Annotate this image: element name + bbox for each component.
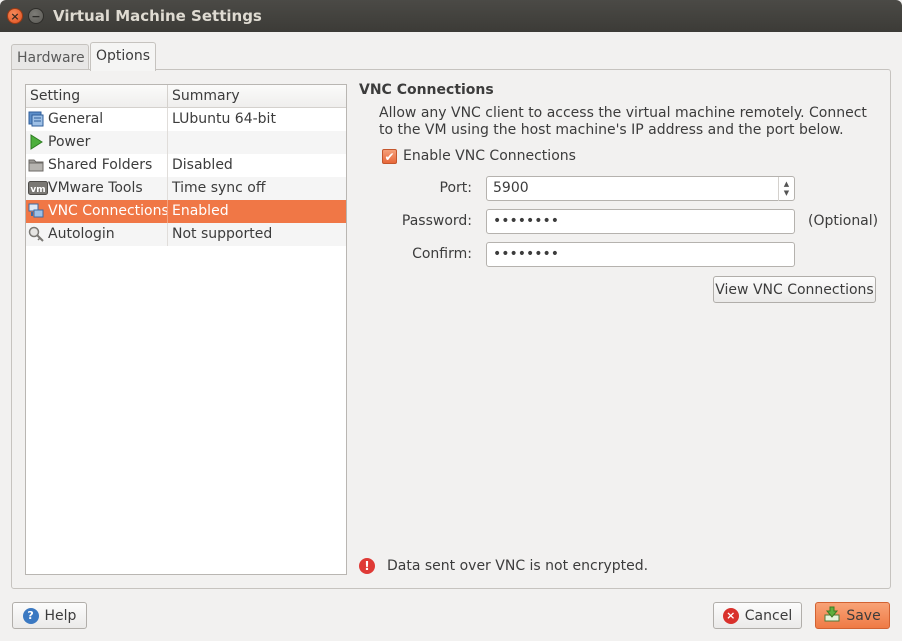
list-item-label: Autologin	[48, 226, 115, 242]
autologin-icon	[28, 226, 44, 242]
password-field[interactable]: ••••••••	[486, 209, 795, 234]
window-close-icon[interactable]: ×	[7, 8, 23, 24]
cancel-label: Cancel	[744, 607, 793, 624]
help-button[interactable]: ? Help	[12, 602, 87, 629]
save-button[interactable]: Save	[815, 602, 890, 629]
row-divider	[167, 177, 168, 200]
column-header-summary[interactable]: Summary	[172, 88, 240, 104]
help-icon: ?	[22, 607, 39, 624]
list-item-label: Power	[48, 134, 91, 150]
list-item-summary: Not supported	[172, 226, 273, 242]
window-title: Virtual Machine Settings	[53, 7, 262, 25]
window-minimize-icon[interactable]: −	[28, 8, 44, 24]
spin-up-icon[interactable]: ▲	[784, 180, 789, 189]
row-divider	[167, 223, 168, 246]
section-description: Allow any VNC client to access the virtu…	[379, 105, 867, 138]
optional-label: (Optional)	[808, 213, 879, 229]
password-value: ••••••••	[493, 213, 560, 229]
folder-icon	[28, 157, 44, 173]
port-stepper[interactable]: ▲ ▼	[778, 177, 794, 201]
list-item-label: General	[48, 111, 104, 127]
svg-text:vm: vm	[30, 185, 45, 195]
row-divider	[167, 154, 168, 177]
list-item-label: VNC Connections	[48, 203, 169, 219]
list-item-summary: Enabled	[172, 203, 229, 219]
spin-down-icon[interactable]: ▼	[784, 189, 789, 198]
enable-vnc-checkbox[interactable]: ✔	[382, 149, 397, 164]
list-item-vnc-connections[interactable]: VNC Connections Enabled	[26, 200, 346, 223]
warning-icon: !	[359, 558, 375, 574]
list-item-label: VMware Tools	[48, 180, 143, 196]
view-vnc-connections-button[interactable]: View VNC Connections	[713, 276, 876, 303]
password-label: Password:	[401, 213, 472, 229]
row-divider	[167, 200, 168, 223]
cancel-icon: ×	[722, 607, 739, 624]
list-item-summary: LUbuntu 64-bit	[172, 111, 276, 127]
vnc-icon	[28, 203, 44, 219]
save-icon	[824, 606, 840, 626]
settings-list[interactable]: Setting Summary General LUbuntu 64-bit P…	[25, 84, 347, 575]
section-title: VNC Connections	[359, 82, 494, 98]
confirm-password-field[interactable]: ••••••••	[486, 242, 795, 267]
list-item-shared-folders[interactable]: Shared Folders Disabled	[26, 154, 346, 177]
list-item-summary: Time sync off	[172, 180, 266, 196]
confirm-value: ••••••••	[493, 246, 560, 262]
list-item-vmware-tools[interactable]: vm VMware Tools Time sync off	[26, 177, 346, 200]
view-vnc-connections-label: View VNC Connections	[715, 281, 874, 298]
tab-options[interactable]: Options	[90, 42, 156, 71]
power-icon	[28, 134, 44, 150]
list-item-autologin[interactable]: Autologin Not supported	[26, 223, 346, 246]
title-bar: × − Virtual Machine Settings	[0, 0, 902, 32]
list-item-label: Shared Folders	[48, 157, 153, 173]
vmware-tools-icon: vm	[28, 180, 48, 196]
port-label: Port:	[439, 180, 472, 196]
row-divider	[167, 131, 168, 154]
port-field[interactable]: 5900	[486, 176, 795, 201]
port-value: 5900	[493, 180, 529, 196]
tab-hardware[interactable]: Hardware	[11, 44, 89, 70]
list-header: Setting Summary	[26, 85, 346, 108]
enable-vnc-label[interactable]: Enable VNC Connections	[403, 148, 576, 164]
list-item-summary: Disabled	[172, 157, 233, 173]
confirm-label: Confirm:	[412, 246, 472, 262]
warning-text: Data sent over VNC is not encrypted.	[387, 558, 649, 574]
cancel-button[interactable]: × Cancel	[713, 602, 802, 629]
list-item-power[interactable]: Power	[26, 131, 346, 154]
column-divider[interactable]	[167, 85, 168, 108]
list-item-general[interactable]: General LUbuntu 64-bit	[26, 108, 346, 131]
column-header-setting[interactable]: Setting	[30, 88, 80, 104]
general-icon	[28, 111, 44, 127]
save-label: Save	[846, 607, 881, 624]
row-divider	[167, 108, 168, 131]
help-label: Help	[44, 607, 77, 624]
